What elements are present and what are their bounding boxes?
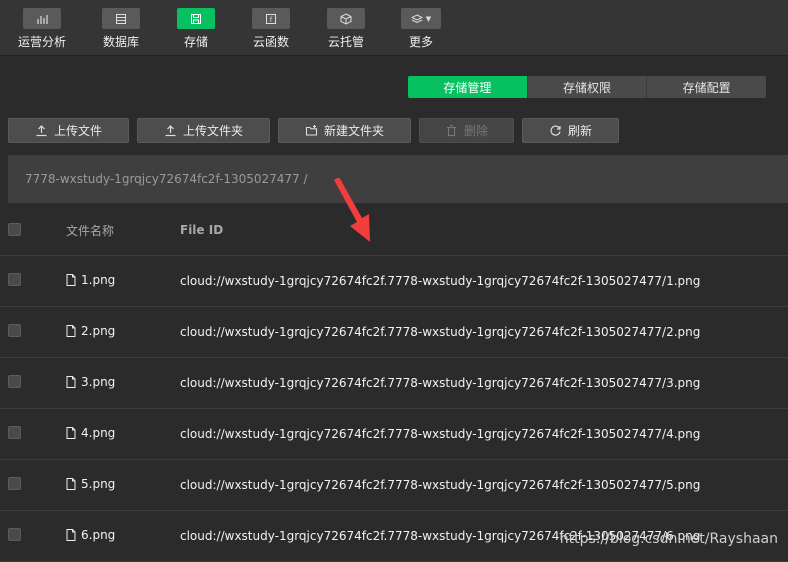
refresh-label: 刷新 xyxy=(567,124,592,138)
new-folder-button[interactable]: 新建文件夹 xyxy=(278,118,411,143)
row-checkbox[interactable] xyxy=(8,324,21,337)
column-header-name[interactable]: 文件名称 xyxy=(66,222,114,239)
file-name-cell[interactable]: 1.png xyxy=(66,273,115,287)
file-id: cloud://wxstudy-1grqjcy72674fc2f.7778-wx… xyxy=(180,427,701,441)
file-name-cell[interactable]: 6.png xyxy=(66,528,115,542)
storage-icon xyxy=(177,8,215,29)
toolbar-item-functions[interactable]: f 云函数 xyxy=(241,8,301,50)
toolbar-label: 运营分析 xyxy=(17,35,66,49)
refresh-icon xyxy=(550,125,561,136)
file-id: cloud://wxstudy-1grqjcy72674fc2f.7778-wx… xyxy=(180,376,701,390)
file-icon xyxy=(66,529,76,541)
layers-icon: ▼ xyxy=(401,8,441,29)
toolbar-item-more[interactable]: ▼ 更多 xyxy=(391,8,451,50)
delete-label: 删除 xyxy=(463,124,488,138)
tab-storage-settings[interactable]: 存储配置 xyxy=(646,76,766,98)
file-icon xyxy=(66,274,76,286)
table-row[interactable]: 3.png cloud://wxstudy-1grqjcy72674fc2f.77… xyxy=(0,358,788,409)
toolbar-label: 云托管 xyxy=(327,35,364,49)
file-name: 3.png xyxy=(81,375,116,389)
file-name-cell[interactable]: 5.png xyxy=(66,477,115,491)
folder-add-icon xyxy=(305,125,318,136)
toolbar-item-storage[interactable]: 存储 xyxy=(166,8,226,50)
table-row[interactable]: 4.png cloud://wxstudy-1grqjcy72674fc2f.77… xyxy=(0,409,788,460)
upload-file-label: 上传文件 xyxy=(53,124,102,138)
chevron-down-icon: ▼ xyxy=(425,14,432,23)
delete-button[interactable]: 删除 xyxy=(419,118,514,143)
new-folder-label: 新建文件夹 xyxy=(323,124,384,138)
function-icon: f xyxy=(252,8,290,29)
toolbar-item-hosting[interactable]: 云托管 xyxy=(316,8,376,50)
bar-chart-icon xyxy=(23,8,61,29)
refresh-button[interactable]: 刷新 xyxy=(522,118,619,143)
column-header-file-id[interactable]: File ID xyxy=(180,223,223,237)
file-name: 6.png xyxy=(81,528,116,542)
trash-icon xyxy=(446,124,456,137)
file-id: cloud://wxstudy-1grqjcy72674fc2f.7778-wx… xyxy=(180,478,701,492)
row-checkbox[interactable] xyxy=(8,273,21,286)
storage-tabs: 存储管理 存储权限 存储配置 xyxy=(408,76,766,98)
top-toolbar: 运营分析 数据库 存储 f 云函数 云托管 ▼ 更多 xyxy=(0,0,788,56)
file-name: 2.png xyxy=(81,324,116,338)
upload-folder-button[interactable]: 上传文件夹 xyxy=(137,118,270,143)
row-checkbox[interactable] xyxy=(8,375,21,388)
select-all-checkbox[interactable] xyxy=(8,223,21,236)
red-arrow-annotation xyxy=(334,178,370,242)
toolbar-label: 存储 xyxy=(183,35,208,49)
breadcrumb-path[interactable]: 7778-wxstudy-1grqjcy72674fc2f-1305027477… xyxy=(25,172,308,186)
file-name: 5.png xyxy=(81,477,116,491)
file-id: cloud://wxstudy-1grqjcy72674fc2f.7778-wx… xyxy=(180,325,701,339)
row-checkbox[interactable] xyxy=(8,528,21,541)
toolbar-item-database[interactable]: 数据库 xyxy=(91,8,151,50)
upload-folder-label: 上传文件夹 xyxy=(182,124,243,138)
breadcrumb: 7778-wxstudy-1grqjcy72674fc2f-1305027477… xyxy=(8,155,788,203)
svg-text:f: f xyxy=(270,16,273,24)
file-name: 1.png xyxy=(81,273,116,287)
table-row[interactable]: 5.png cloud://wxstudy-1grqjcy72674fc2f.77… xyxy=(0,460,788,511)
table-row[interactable]: 1.png cloud://wxstudy-1grqjcy72674fc2f.77… xyxy=(0,256,788,307)
file-id: cloud://wxstudy-1grqjcy72674fc2f.7778-wx… xyxy=(180,274,701,288)
file-name-cell[interactable]: 4.png xyxy=(66,426,115,440)
toolbar-label: 更多 xyxy=(408,35,433,49)
file-name-cell[interactable]: 3.png xyxy=(66,375,115,389)
file-name: 4.png xyxy=(81,426,116,440)
toolbar-label: 云函数 xyxy=(252,35,289,49)
upload-file-button[interactable]: 上传文件 xyxy=(8,118,129,143)
row-checkbox[interactable] xyxy=(8,426,21,439)
table-row[interactable]: 2.png cloud://wxstudy-1grqjcy72674fc2f.77… xyxy=(0,307,788,358)
file-name-cell[interactable]: 2.png xyxy=(66,324,115,338)
tab-storage-management[interactable]: 存储管理 xyxy=(408,76,527,98)
upload-icon xyxy=(165,125,176,137)
file-icon xyxy=(66,376,76,388)
row-checkbox[interactable] xyxy=(8,477,21,490)
toolbar-item-analytics[interactable]: 运营分析 xyxy=(12,8,72,50)
database-icon xyxy=(102,8,140,29)
watermark: https://blog.csdn.net/Rayshaan xyxy=(559,531,778,547)
cube-icon xyxy=(327,8,365,29)
file-icon xyxy=(66,325,76,337)
table-header: 文件名称 File ID xyxy=(0,205,788,256)
tab-storage-permissions[interactable]: 存储权限 xyxy=(526,76,647,98)
upload-icon xyxy=(36,125,47,137)
toolbar-label: 数据库 xyxy=(102,35,139,49)
file-icon xyxy=(66,478,76,490)
file-icon xyxy=(66,427,76,439)
